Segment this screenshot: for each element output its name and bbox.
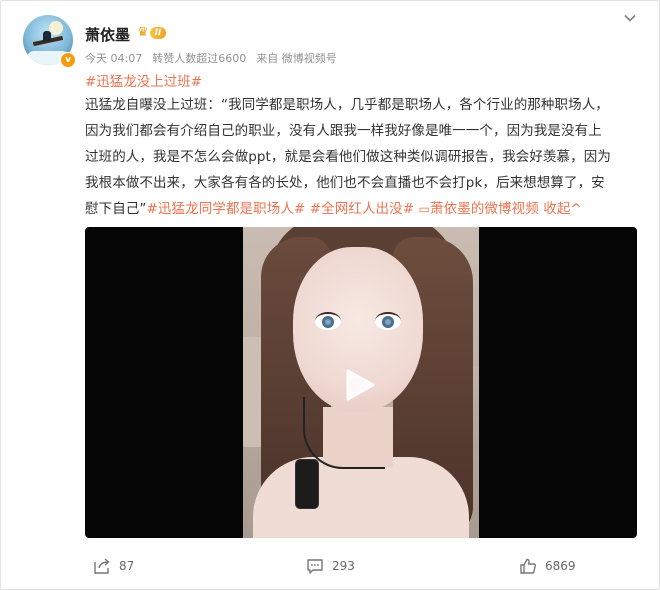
collapse-link[interactable]: 收起: [543, 201, 570, 217]
video-microphone: [295, 459, 319, 509]
video-link[interactable]: 萧依墨的微博视频: [430, 201, 539, 217]
forward-count: 87: [119, 559, 135, 573]
thumbs-up-icon: [520, 558, 536, 574]
video-shoulders: [253, 457, 469, 538]
repost-like-note: 转赞人数超过6600: [152, 52, 247, 65]
post-body: 迅猛龙自曝没上过班：“我同学都是职场人，几乎都是职场人，各个行业的那种职场人， …: [85, 92, 645, 222]
post-meta: 今天 04:07 转赞人数超过6600 来自 微博视频号: [85, 50, 337, 66]
weibo-post-card: v 萧依墨 ♛ II 今天 04:07 转赞人数超过6600 来自 微博视频号 …: [0, 0, 660, 590]
avatar-moon-shape: [49, 21, 63, 35]
play-icon[interactable]: [341, 366, 379, 404]
collapse-icon: ^: [570, 201, 582, 217]
like-button[interactable]: 6869: [519, 557, 576, 575]
level-badge-text: II: [149, 27, 167, 39]
like-count: 6869: [545, 559, 576, 573]
video-link-icon: ▭: [418, 202, 431, 216]
video-eye-left: [315, 312, 341, 330]
comment-count: 293: [332, 559, 355, 573]
post-time[interactable]: 今天 04:07: [85, 50, 142, 66]
verified-icon: v: [60, 52, 76, 68]
video-eye-right: [375, 312, 401, 330]
comment-button[interactable]: 293: [306, 557, 355, 575]
video-player[interactable]: [85, 227, 637, 538]
avatar-figure-shape: [43, 31, 51, 41]
comment-icon: [307, 559, 323, 574]
topic-tag-link-3[interactable]: #全网红人出没#: [310, 201, 414, 217]
level-badge[interactable]: ♛ II: [137, 26, 175, 40]
username[interactable]: 萧依墨: [85, 24, 130, 45]
post-body-text: 迅猛龙自曝没上过班：“我同学都是职场人，几乎都是职场人，各个行业的那种职场人， …: [85, 97, 611, 217]
action-bar: 87 293 6869: [1, 549, 660, 587]
forward-button[interactable]: 87: [93, 557, 134, 575]
chevron-down-icon[interactable]: [623, 11, 637, 25]
forward-icon: [94, 558, 110, 574]
crown-icon: ♛: [137, 25, 149, 40]
post-source[interactable]: 来自 微博视频号: [256, 50, 337, 66]
topic-tag-link[interactable]: #迅猛龙没上过班#: [85, 70, 202, 90]
topic-tag-link-2[interactable]: #迅猛龙同学都是职场人#: [147, 201, 306, 217]
